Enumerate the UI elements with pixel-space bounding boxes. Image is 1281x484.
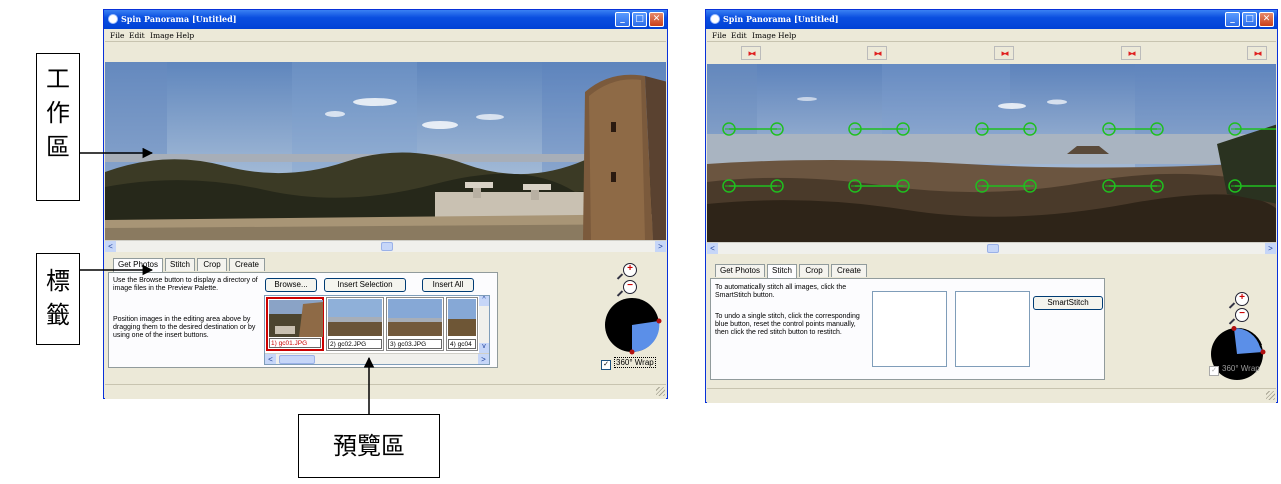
callout-arrows [80, 147, 375, 414]
